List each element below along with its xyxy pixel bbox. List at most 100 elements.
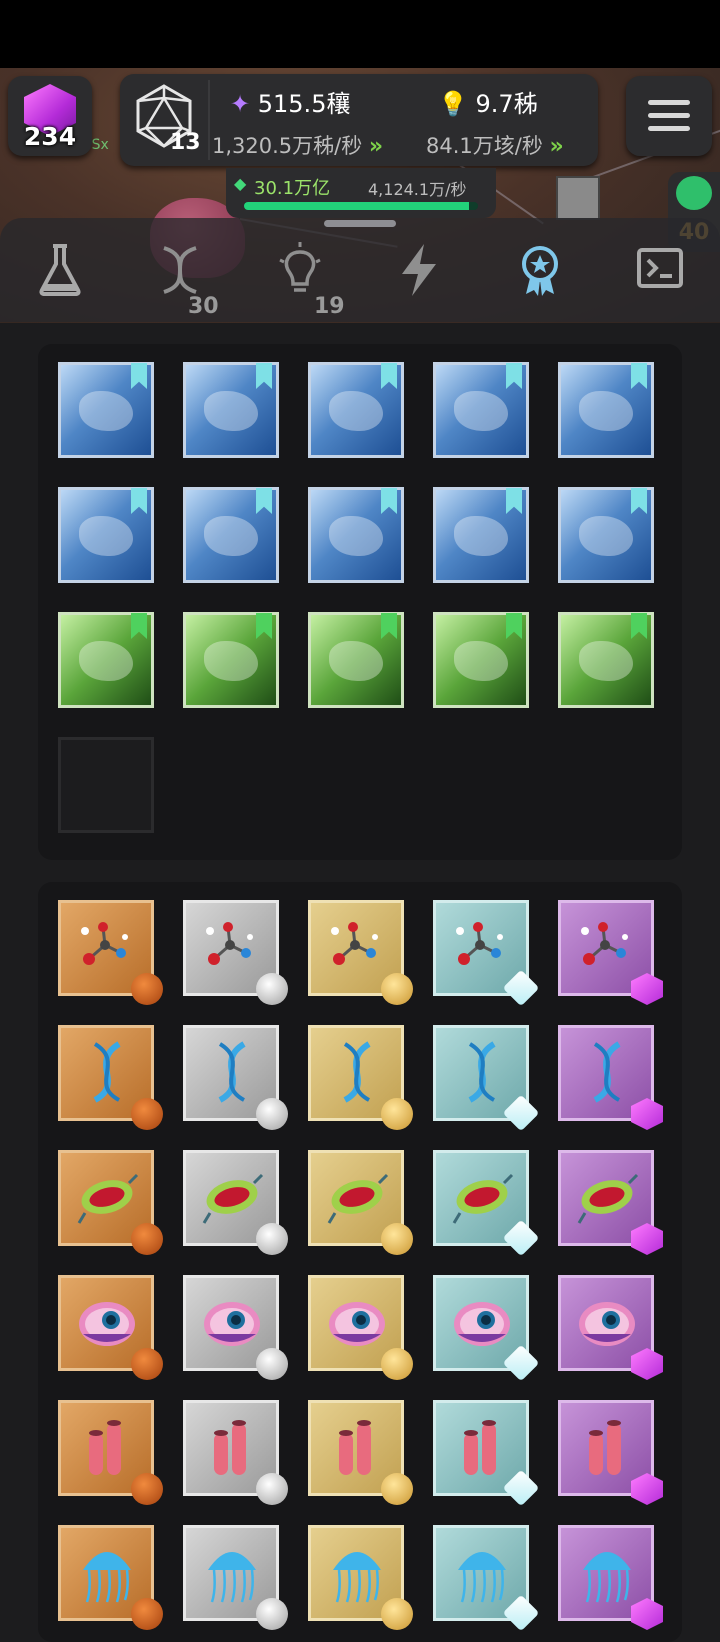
collection-tile[interactable] — [183, 1400, 288, 1505]
collection-tile[interactable] — [558, 1275, 663, 1380]
menu-button[interactable] — [626, 76, 712, 156]
collection-tile[interactable] — [58, 1025, 163, 1130]
collection-tile[interactable] — [308, 1150, 413, 1255]
achievement-tile[interactable] — [433, 362, 529, 458]
avatar[interactable] — [556, 176, 600, 220]
collection-tile[interactable] — [58, 1150, 163, 1255]
collection-tile[interactable] — [433, 1275, 540, 1382]
collection-tile[interactable] — [58, 1275, 163, 1380]
achievement-tile[interactable] — [183, 362, 279, 458]
ideas-resource: 💡 9.7秭 — [438, 84, 538, 119]
bookmark-icon — [631, 363, 647, 389]
achievement-tile[interactable] — [58, 487, 154, 583]
meteor-icon — [204, 641, 258, 681]
collection-tile[interactable] — [308, 1525, 413, 1630]
collection-tile[interactable] — [558, 1025, 663, 1130]
people-icon — [579, 391, 633, 431]
bookmark-icon — [256, 363, 272, 389]
achievement-tile[interactable] — [558, 612, 654, 708]
collection-tile[interactable] — [308, 1400, 413, 1505]
collection-tile[interactable] — [308, 900, 413, 1005]
lions-icon — [579, 516, 633, 556]
d20-level: 13 — [170, 130, 201, 155]
ideas-tab-badge: 19 — [314, 294, 345, 319]
entropy-rate-row: 1,320.5万秭/秒 » — [212, 130, 383, 160]
achievement-tile[interactable] — [183, 612, 279, 708]
lightbulb-icon — [279, 242, 321, 292]
collection-tile[interactable] — [58, 1525, 163, 1630]
collection-tile[interactable] — [183, 1150, 288, 1255]
gold-medal-icon — [381, 1598, 413, 1630]
collection-tile[interactable] — [558, 900, 663, 1005]
achievement-tile[interactable] — [58, 737, 154, 833]
jellyfish-icon — [458, 1552, 506, 1603]
bacterium-icon — [452, 1173, 514, 1224]
bookmark-icon — [131, 363, 147, 389]
molecule-icon — [456, 922, 503, 965]
crocodile-icon — [454, 641, 508, 681]
achievement-tile[interactable] — [558, 487, 654, 583]
hamburger-line — [648, 113, 690, 118]
bookmark-icon — [381, 488, 397, 514]
bookmark-icon — [381, 613, 397, 639]
dna-strand-icon — [93, 1041, 121, 1103]
bookmark-icon — [631, 488, 647, 514]
dna-helix-icon — [79, 391, 133, 431]
gold-medal-icon — [381, 973, 413, 1005]
collection-tile[interactable] — [308, 1275, 413, 1380]
collection-tile[interactable] — [433, 1025, 540, 1132]
dna-strand-icon — [343, 1041, 371, 1103]
fossil-icon — [79, 641, 133, 681]
collection-tile[interactable] — [58, 1400, 163, 1505]
bronze-medal-icon — [131, 973, 163, 1005]
collection-tile[interactable] — [558, 1400, 663, 1505]
achievement-tile[interactable] — [58, 362, 154, 458]
bird-icon — [579, 641, 633, 681]
collection-tile[interactable] — [558, 1150, 663, 1255]
double-chevron-icon: » — [549, 134, 564, 159]
drag-handle[interactable] — [324, 220, 396, 227]
collection-tile[interactable] — [183, 1275, 288, 1380]
tab-console[interactable] — [620, 238, 700, 308]
achievements-panel — [38, 344, 682, 860]
achievement-tile[interactable] — [558, 362, 654, 458]
lightbulb-icon: 💡 — [438, 90, 468, 118]
tab-ideas[interactable]: 19 — [260, 238, 345, 319]
jellyfish-icon — [83, 1552, 131, 1603]
dna-strand-icon — [468, 1041, 496, 1103]
collection-tile[interactable] — [183, 1525, 288, 1630]
jellyfish-icon — [204, 391, 258, 431]
collection-tile[interactable] — [183, 900, 288, 1005]
whale-icon — [454, 516, 508, 556]
collection-tile[interactable] — [433, 1525, 540, 1632]
bookmark-icon — [506, 363, 522, 389]
dna-progress-bar — [244, 202, 478, 210]
achievement-tile[interactable] — [308, 612, 404, 708]
achievement-tile[interactable] — [308, 487, 404, 583]
collection-tile[interactable] — [433, 1400, 540, 1507]
collection-tile[interactable] — [558, 1525, 663, 1630]
sponge-icon — [89, 1420, 121, 1475]
dna-strand-icon — [593, 1041, 621, 1103]
gem-button[interactable]: 234 — [8, 76, 92, 156]
bacterium-icon — [327, 1173, 389, 1224]
bronze-medal-icon — [131, 1348, 163, 1380]
achievement-tile[interactable] — [183, 487, 279, 583]
tab-power[interactable] — [380, 238, 460, 308]
achievement-tile[interactable] — [308, 362, 404, 458]
collection-tile[interactable] — [433, 1150, 540, 1257]
tab-dna[interactable]: 30 — [140, 238, 220, 319]
green-cube-icon: ◆ — [234, 174, 247, 193]
achievement-tile[interactable] — [433, 612, 529, 708]
tab-achievements[interactable] — [500, 238, 580, 308]
divider — [208, 80, 210, 160]
gold-medal-icon — [381, 1348, 413, 1380]
achievement-tile[interactable] — [58, 612, 154, 708]
achievement-tile[interactable] — [433, 487, 529, 583]
sponge-icon — [589, 1420, 621, 1475]
collection-tile[interactable] — [433, 900, 540, 1007]
tab-science[interactable] — [20, 238, 100, 308]
collection-tile[interactable] — [58, 900, 163, 1005]
collection-tile[interactable] — [183, 1025, 288, 1130]
collection-tile[interactable] — [308, 1025, 413, 1130]
